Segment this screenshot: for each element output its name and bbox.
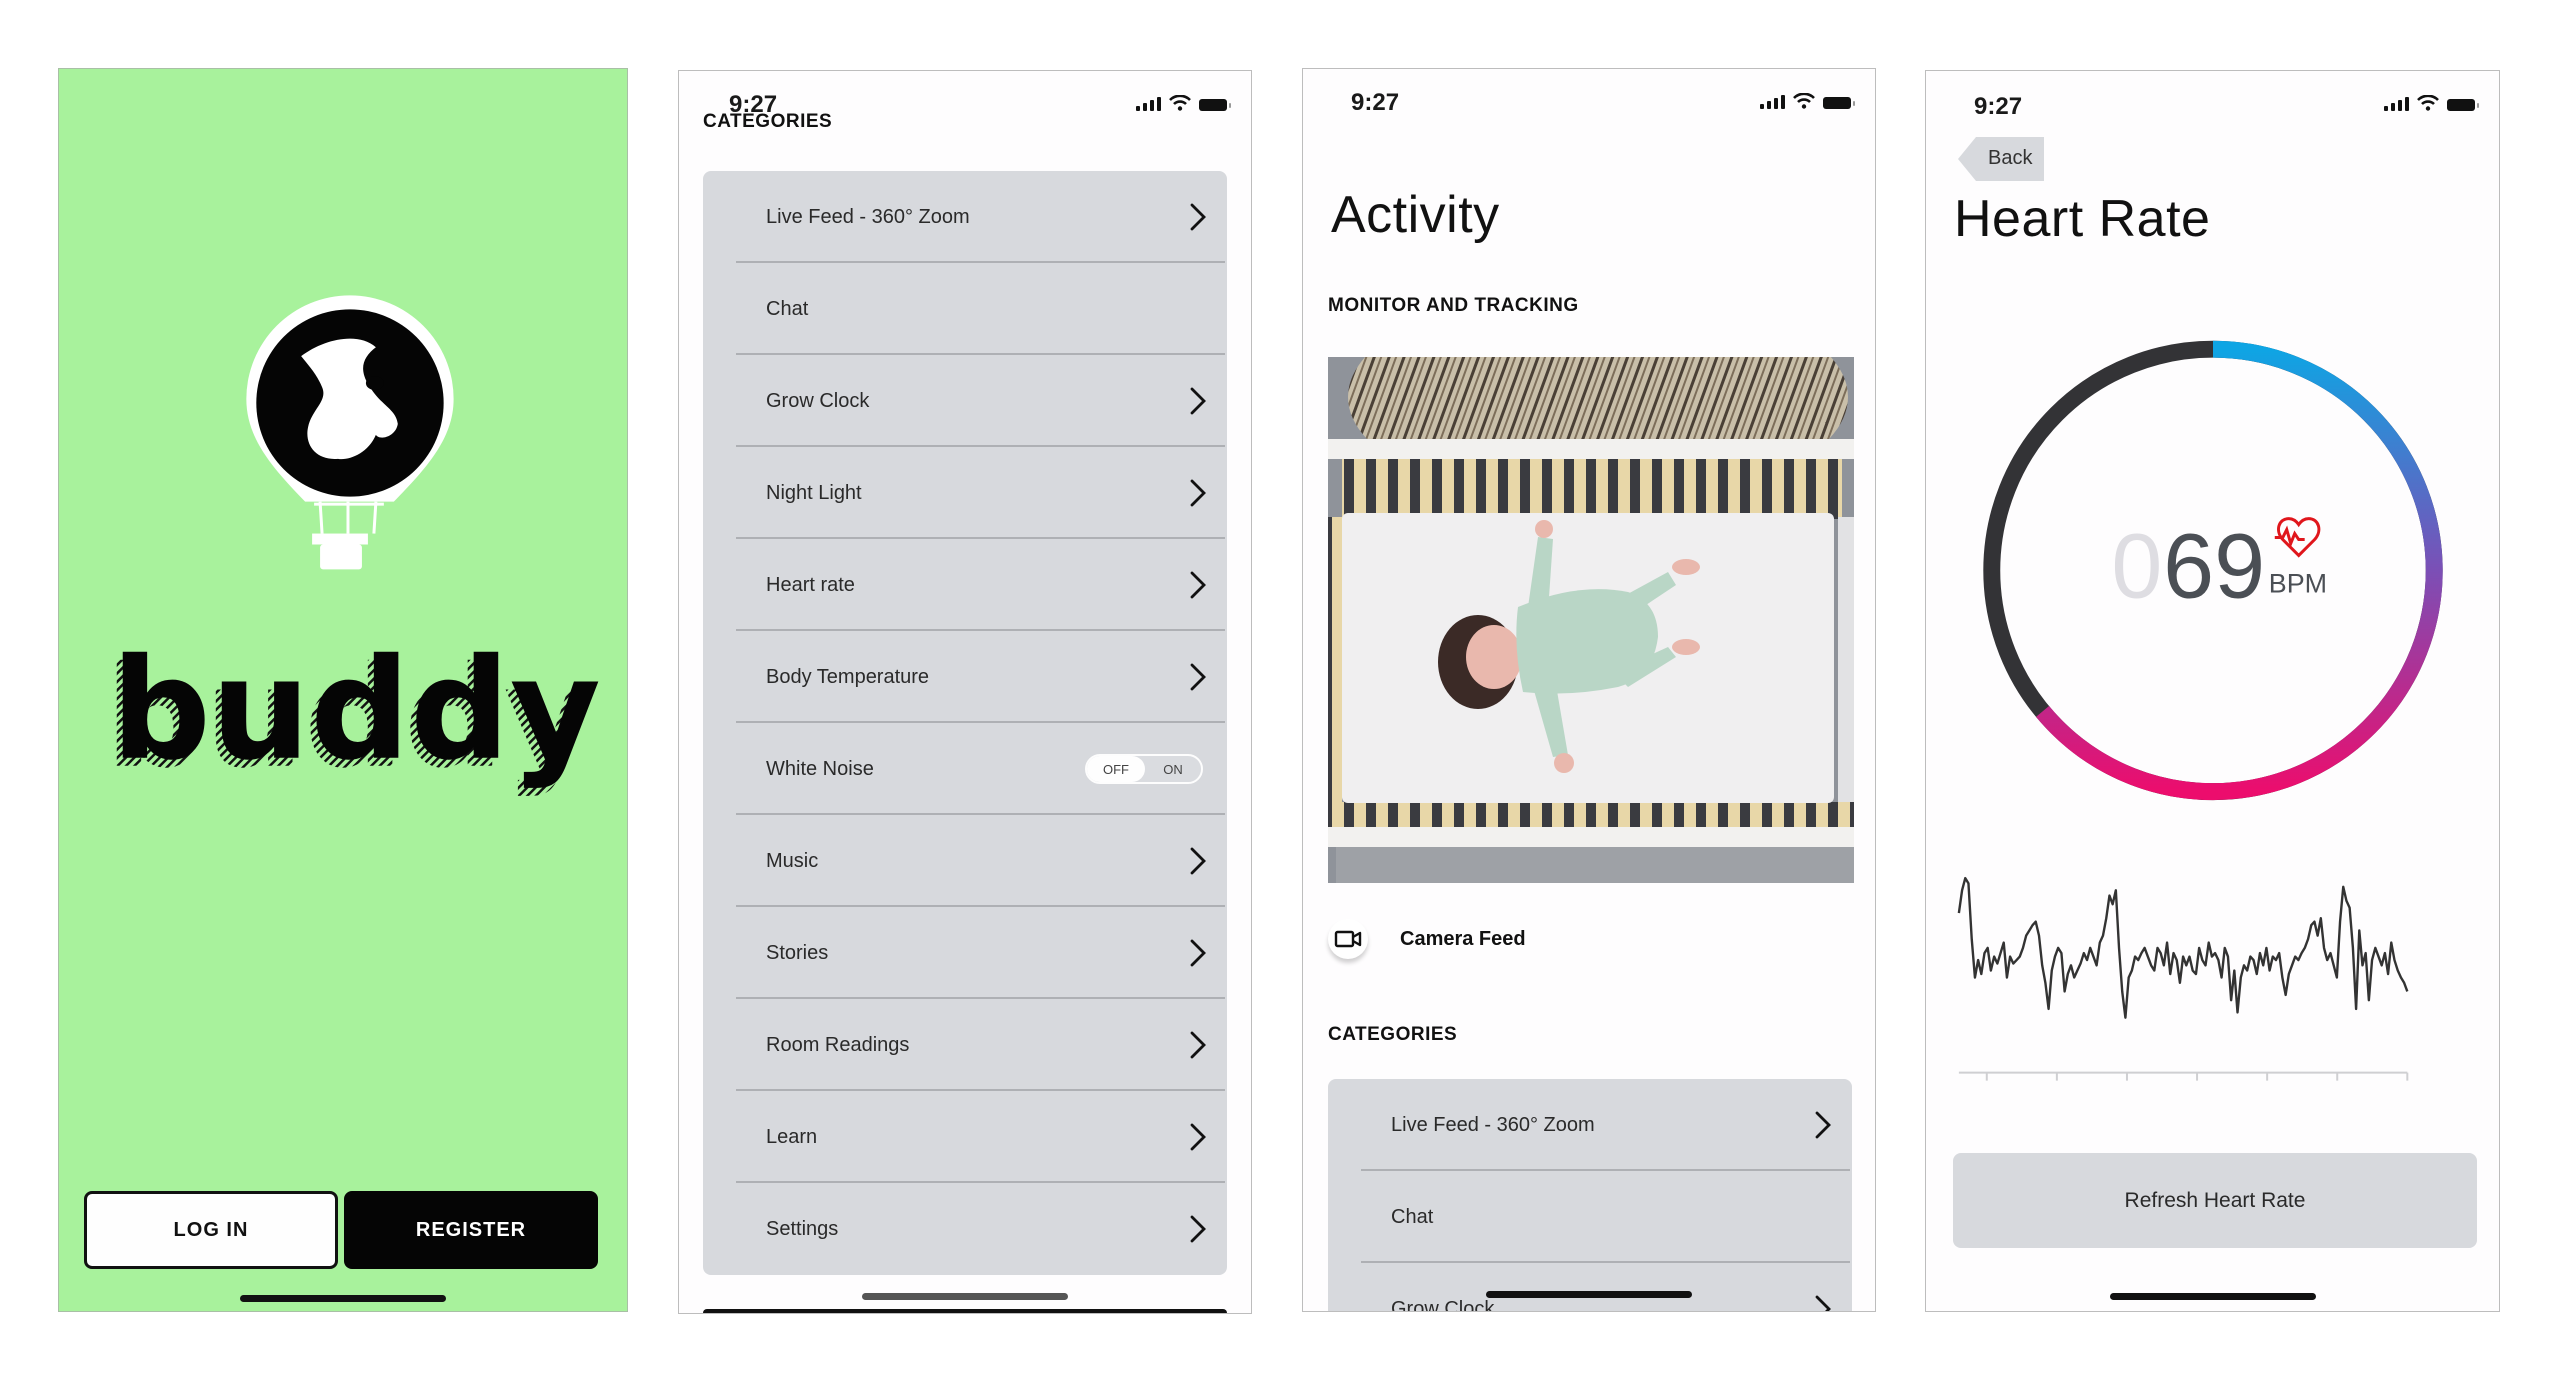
toggle-on-label: ON	[1163, 761, 1183, 777]
chevron-right-icon	[1815, 1111, 1831, 1139]
category-label: Grow Clock	[766, 389, 870, 412]
category-item-white-noise[interactable]: White Noise OFF ON	[703, 723, 1227, 815]
category-label: Learn	[766, 1125, 818, 1148]
category-label: Body Temperature	[766, 665, 930, 688]
home-indicator	[862, 1293, 1068, 1300]
chevron-right-icon	[1190, 571, 1206, 599]
category-item-grow-clock[interactable]: Grow Clock	[1328, 1263, 1852, 1312]
category-item-heart-rate[interactable]: Heart rate	[703, 539, 1227, 631]
categories-heading: CATEGORIES	[1328, 1024, 1458, 1045]
categories-list: Live Feed - 360° Zoom Chat Grow Clock	[1328, 1079, 1852, 1312]
camera-feed-row[interactable]: Camera Feed	[1328, 909, 1526, 969]
toggle-off-label: OFF	[1087, 756, 1145, 782]
chevron-right-icon	[1190, 479, 1206, 507]
bpm-unit: BPM	[2269, 568, 2327, 598]
brand-text: buddy	[111, 629, 601, 791]
battery-icon	[1199, 99, 1231, 111]
categories-screen: 9:27 CATEGORIES Live Feed - 360° Zoom Cha…	[678, 70, 1252, 1314]
bpm-leading-zero: 0	[2111, 515, 2162, 617]
category-item-live-feed-360-zoom[interactable]: Live Feed - 360° Zoom	[1328, 1079, 1852, 1171]
category-item-stories[interactable]: Stories	[703, 907, 1227, 999]
categories-heading: CATEGORIES	[703, 111, 833, 132]
register-button[interactable]: REGISTER	[344, 1191, 598, 1269]
category-label: Night Light	[766, 481, 862, 504]
category-label: Live Feed - 360° Zoom	[766, 205, 970, 228]
category-label: Room Readings	[766, 1033, 910, 1056]
category-label: Heart rate	[766, 573, 855, 596]
activity-screen: 9:27 Activity MONITOR AND TRACKING Camer…	[1302, 68, 1876, 1312]
status-bar: 9:27	[1303, 69, 1875, 129]
buddy-logo: buddy buddy	[105, 295, 601, 799]
wifi-icon	[1793, 93, 1815, 109]
cellular-signal-icon	[1760, 93, 1785, 109]
cellular-signal-icon	[1136, 95, 1161, 111]
waveform-line	[1957, 876, 2409, 1019]
heart-rate-gauge: 0 69 BPM	[1957, 340, 2443, 1081]
home-indicator	[1486, 1291, 1692, 1298]
wifi-icon	[1169, 95, 1191, 111]
category-item-room-readings[interactable]: Room Readings	[703, 999, 1227, 1091]
category-item-chat[interactable]: Chat	[1328, 1171, 1852, 1263]
heart-rate-screen: 9:27 Back Heart Rate 0 69 BPM Refresh He…	[1925, 70, 2500, 1312]
chevron-right-icon	[1190, 387, 1206, 415]
chevron-right-icon	[1190, 663, 1206, 691]
chevron-right-icon	[1190, 203, 1206, 231]
category-label: Music	[766, 849, 819, 872]
category-label: White Noise	[766, 757, 874, 780]
category-item-settings[interactable]: Settings	[703, 1183, 1227, 1275]
category-item-music[interactable]: Music	[703, 815, 1227, 907]
category-item-live-feed-360-zoom[interactable]: Live Feed - 360° Zoom	[703, 171, 1227, 263]
category-label: Settings	[766, 1217, 839, 1240]
page-title: Activity	[1331, 186, 1500, 244]
status-time: 9:27	[1351, 89, 1400, 116]
category-item-chat[interactable]: Chat	[703, 263, 1227, 355]
category-label: Live Feed - 360° Zoom	[1391, 1113, 1595, 1136]
heart-rate-chart	[1957, 876, 2409, 1081]
heart-pulse-icon	[2274, 517, 2321, 558]
chevron-right-icon	[1190, 1215, 1206, 1243]
category-label: Grow Clock	[1391, 1297, 1495, 1312]
category-item-body-temperature[interactable]: Body Temperature	[703, 631, 1227, 723]
camera-feed-label: Camera Feed	[1400, 927, 1526, 950]
chevron-right-icon	[1190, 939, 1206, 967]
categories-list: Live Feed - 360° Zoom Chat Grow Clock Night…	[703, 171, 1227, 1275]
category-label: Chat	[766, 297, 809, 320]
white-noise-toggle[interactable]: OFF ON	[1085, 754, 1203, 784]
category-label: Stories	[766, 941, 829, 964]
video-camera-icon	[1334, 930, 1362, 948]
crib-camera-image[interactable]	[1328, 357, 1854, 883]
camera-feed-button[interactable]	[1328, 919, 1368, 959]
login-button[interactable]: LOG IN	[84, 1191, 338, 1269]
battery-icon	[1823, 97, 1855, 109]
balloon-icon	[246, 295, 454, 570]
next-content-edge	[703, 1309, 1227, 1313]
chevron-right-icon	[1815, 1295, 1831, 1311]
monitor-heading: MONITOR AND TRACKING	[1328, 295, 1579, 316]
category-item-night-light[interactable]: Night Light	[703, 447, 1227, 539]
chevron-right-icon	[1190, 1031, 1206, 1059]
welcome-screen: buddy buddy LOG IN REGISTER	[58, 68, 628, 1312]
category-item-grow-clock[interactable]: Grow Clock	[703, 355, 1227, 447]
category-item-learn[interactable]: Learn	[703, 1091, 1227, 1183]
bpm-value: 69	[2163, 515, 2265, 617]
chevron-right-icon	[1190, 1123, 1206, 1151]
home-indicator	[240, 1295, 446, 1302]
chevron-right-icon	[1190, 847, 1206, 875]
category-label: Chat	[1391, 1205, 1434, 1228]
refresh-heart-rate-button[interactable]: Refresh Heart Rate	[1953, 1153, 2477, 1248]
crib-photo	[1328, 357, 1854, 883]
home-indicator	[2109, 1293, 2316, 1300]
